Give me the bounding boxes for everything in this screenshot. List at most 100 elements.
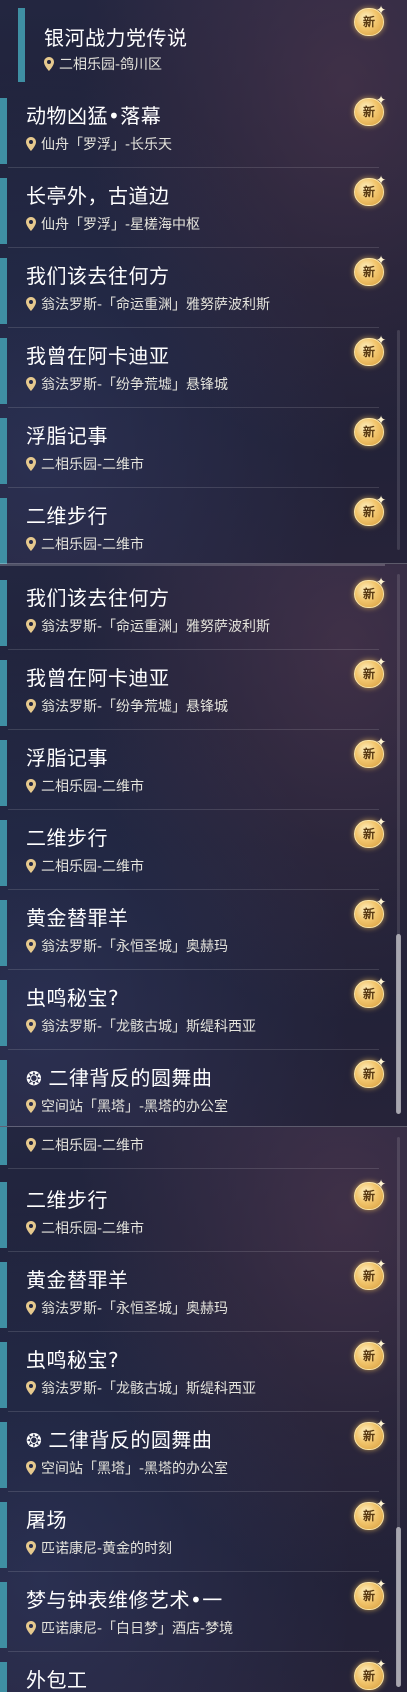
mission-location-text: 仙舟「罗浮」-星槎海中枢	[41, 217, 201, 233]
divider	[8, 1331, 379, 1332]
scrollbar-thumb[interactable]	[396, 1527, 401, 1687]
game-mission-icon: ❂	[26, 1068, 43, 1090]
mission-location-text: 匹诺康尼-「白日梦」酒店-梦境	[41, 1621, 234, 1637]
mission-location-text: 二相乐园-二维市	[41, 537, 145, 553]
mission-location-text: 二相乐园-鸽川区	[59, 57, 163, 73]
location-pin-icon	[26, 217, 36, 231]
mission-location: 匹诺康尼-黄金的时刻	[26, 1538, 172, 1558]
mission-list-panel-1[interactable]: 银河战力党传说 二相乐园-鸽川区 新 ✦ 动物凶猛•落幕 仙舟「罗浮」-长乐天 新…	[0, 0, 407, 564]
mission-location: 仙舟「罗浮」-星槎海中枢	[26, 214, 200, 234]
mission-item[interactable]: 银河战力党传说 二相乐园-鸽川区 新 ✦	[0, 0, 386, 82]
location-pin-icon	[26, 939, 36, 953]
mission-accent-bar	[0, 580, 7, 646]
sparkle-icon: ✦	[375, 1055, 386, 1069]
mission-title: 动物凶猛•落幕	[26, 104, 162, 128]
mission-accent-bar	[0, 980, 7, 1046]
location-pin-icon	[26, 377, 36, 391]
sparkle-icon: ✦	[375, 3, 386, 17]
divider	[8, 327, 379, 328]
mission-item[interactable]: 梦与钟表维修艺术•一 匹诺康尼-「白日梦」酒店-梦境 新 ✦	[0, 1576, 386, 1652]
new-badge-icon: 新 ✦	[354, 413, 386, 446]
scrollbar-thumb[interactable]	[396, 934, 401, 1114]
scrollbar-track[interactable]	[397, 330, 400, 550]
mission-accent-bar	[0, 660, 7, 726]
mission-location: 翁法罗斯-「永恒圣城」奥赫玛	[26, 1298, 228, 1318]
mission-location-text: 翁法罗斯-「永恒圣城」奥赫玛	[41, 1301, 229, 1317]
mission-list-panel-2[interactable]: 我们该去往何方 翁法罗斯-「命运重渊」雅努萨波利斯 新 ✦ 我曾在阿卡迪亚 翁法罗…	[0, 564, 407, 1127]
mission-item[interactable]: 黄金替罪羊 翁法罗斯-「永恒圣城」奥赫玛 新 ✦	[0, 894, 386, 970]
mission-title-text: 二律背反的圆舞曲	[48, 1428, 213, 1452]
mission-location-text: 翁法罗斯-「龙骸古城」斯缇科西亚	[41, 1019, 257, 1035]
mission-item[interactable]: 二维步行 二相乐园-二维市 新 ✦	[0, 492, 386, 564]
new-badge-icon: 新 ✦	[354, 815, 386, 848]
mission-accent-bar	[0, 900, 7, 966]
mission-title: 浮脂记事	[26, 746, 108, 770]
mission-list-panel-3[interactable]: 二相乐园-二维市 二维步行 二相乐园-二维市 新 ✦ 黄金替罪羊 翁法罗斯-「永恒…	[0, 1127, 407, 1692]
divider	[8, 649, 379, 650]
mission-item[interactable]: 黄金替罪羊 翁法罗斯-「永恒圣城」奥赫玛 新 ✦	[0, 1256, 386, 1332]
mission-item[interactable]: 外包工 新 ✦	[0, 1656, 386, 1692]
mission-accent-bar	[0, 820, 7, 886]
mission-title: 长亭外，古道边	[26, 184, 170, 208]
mission-location: 二相乐园-二维市	[26, 454, 144, 474]
mission-item[interactable]: 浮脂记事 二相乐园-二维市 新 ✦	[0, 412, 386, 488]
mission-location-text: 翁法罗斯-「龙骸古城」斯缇科西亚	[41, 1381, 257, 1397]
mission-item[interactable]: 我们该去往何方 翁法罗斯-「命运重渊」雅努萨波利斯 新 ✦	[0, 252, 386, 328]
mission-location-text: 翁法罗斯-「永恒圣城」奥赫玛	[41, 939, 229, 955]
mission-item[interactable]: ❂ 二律背反的圆舞曲 空间站「黑塔」-黑塔的办公室 新 ✦	[0, 1054, 386, 1126]
mission-title: 二维步行	[26, 504, 108, 528]
new-badge-icon: 新 ✦	[354, 1577, 386, 1610]
mission-item[interactable]: 二维步行 二相乐园-二维市 新 ✦	[0, 814, 386, 890]
mission-item[interactable]: 我曾在阿卡迪亚 翁法罗斯-「纷争荒墟」悬锋城 新 ✦	[0, 654, 386, 730]
location-pin-icon	[26, 859, 36, 873]
sparkle-icon: ✦	[375, 1337, 386, 1351]
mission-item[interactable]: 我们该去往何方 翁法罗斯-「命运重渊」雅努萨波利斯 新 ✦	[0, 574, 386, 650]
mission-location-text: 二相乐园-二维市	[41, 1138, 145, 1154]
divider	[8, 809, 379, 810]
mission-location: 空间站「黑塔」-黑塔的办公室	[26, 1096, 228, 1116]
sparkle-icon: ✦	[375, 975, 386, 989]
divider	[8, 1651, 379, 1652]
game-mission-icon: ❂	[26, 1430, 43, 1452]
mission-item[interactable]: 屠场 匹诺康尼-黄金的时刻 新 ✦	[0, 1496, 386, 1572]
mission-item[interactable]: 动物凶猛•落幕 仙舟「罗浮」-长乐天 新 ✦	[0, 92, 386, 168]
mission-accent-bar	[0, 178, 7, 244]
sparkle-icon: ✦	[375, 93, 386, 107]
new-badge-icon: 新 ✦	[354, 655, 386, 688]
mission-item[interactable]: 虫鸣秘宝? 翁法罗斯-「龙骸古城」斯缇科西亚 新 ✦	[0, 1336, 386, 1412]
mission-item[interactable]: 长亭外，古道边 仙舟「罗浮」-星槎海中枢 新 ✦	[0, 172, 386, 248]
mission-location: 翁法罗斯-「龙骸古城」斯缇科西亚	[26, 1016, 256, 1036]
mission-title: ❂ 二律背反的圆舞曲	[26, 1062, 212, 1091]
mission-item[interactable]: 虫鸣秘宝? 翁法罗斯-「龙骸古城」斯缇科西亚 新 ✦	[0, 974, 386, 1050]
mission-title: 黄金替罪羊	[26, 1268, 129, 1292]
new-badge-icon: 新 ✦	[354, 3, 386, 36]
new-badge-icon: 新 ✦	[354, 895, 386, 928]
mission-accent-bar	[0, 1422, 7, 1488]
location-pin-icon	[26, 699, 36, 713]
mission-item[interactable]: 二相乐园-二维市	[0, 1127, 385, 1169]
new-badge-icon: 新 ✦	[354, 253, 386, 286]
mission-item[interactable]: 我曾在阿卡迪亚 翁法罗斯-「纷争荒墟」悬锋城 新 ✦	[0, 332, 386, 408]
new-badge-icon: 新 ✦	[354, 1055, 386, 1088]
new-badge-icon: 新 ✦	[354, 1417, 386, 1450]
mission-location: 翁法罗斯-「命运重渊」雅努萨波利斯	[26, 616, 270, 636]
mission-location: 翁法罗斯-「龙骸古城」斯缇科西亚	[26, 1378, 256, 1398]
location-pin-icon	[26, 1138, 36, 1152]
mission-item[interactable]: ❂ 二律背反的圆舞曲 空间站「黑塔」-黑塔的办公室 新 ✦	[0, 1416, 386, 1492]
mission-location: 二相乐园-二维市	[26, 856, 144, 876]
divider	[8, 487, 379, 488]
mission-location: 二相乐园-鸽川区	[44, 54, 162, 74]
mission-accent-bar	[0, 1502, 7, 1568]
location-pin-icon	[26, 1461, 36, 1475]
mission-location-text: 翁法罗斯-「命运重渊」雅努萨波利斯	[41, 297, 271, 313]
mission-location-text: 翁法罗斯-「命运重渊」雅努萨波利斯	[41, 619, 271, 635]
new-badge-icon: 新 ✦	[354, 93, 386, 126]
mission-accent-bar	[0, 1262, 7, 1328]
sparkle-icon: ✦	[375, 1417, 386, 1431]
mission-title: 我曾在阿卡迪亚	[26, 344, 170, 368]
mission-accent-bar	[0, 1182, 7, 1248]
mission-item[interactable]: 浮脂记事 二相乐园-二维市 新 ✦	[0, 734, 386, 810]
mission-location: 翁法罗斯-「纷争荒墟」悬锋城	[26, 374, 228, 394]
mission-item[interactable]: 二维步行 二相乐园-二维市 新 ✦	[0, 1176, 386, 1252]
mission-location: 空间站「黑塔」-黑塔的办公室	[26, 1458, 228, 1478]
